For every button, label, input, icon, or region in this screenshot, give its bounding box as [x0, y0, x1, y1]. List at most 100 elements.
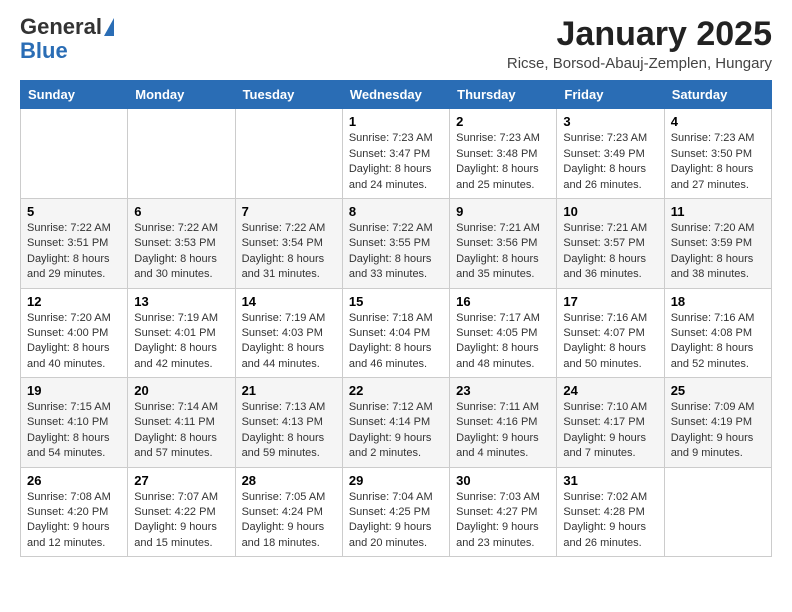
- day-number: 16: [456, 294, 550, 309]
- title-block: January 2025 Ricse, Borsod-Abauj-Zemplen…: [507, 16, 772, 72]
- day-number: 30: [456, 473, 550, 488]
- day-info: Sunrise: 7:10 AMSunset: 4:17 PMDaylight:…: [563, 400, 657, 462]
- day-info: Sunrise: 7:03 AMSunset: 4:27 PMDaylight:…: [456, 490, 550, 552]
- day-number: 29: [349, 473, 443, 488]
- header-day-wednesday: Wednesday: [342, 81, 449, 109]
- calendar-cell: 10Sunrise: 7:21 AMSunset: 3:57 PMDayligh…: [557, 198, 664, 288]
- day-number: 10: [563, 204, 657, 219]
- calendar-cell: 21Sunrise: 7:13 AMSunset: 4:13 PMDayligh…: [235, 378, 342, 468]
- day-number: 1: [349, 114, 443, 129]
- calendar-cell: 13Sunrise: 7:19 AMSunset: 4:01 PMDayligh…: [128, 288, 235, 378]
- day-info: Sunrise: 7:15 AMSunset: 4:10 PMDaylight:…: [27, 400, 121, 462]
- day-number: 23: [456, 383, 550, 398]
- day-number: 19: [27, 383, 121, 398]
- location-text: Ricse, Borsod-Abauj-Zemplen, Hungary: [507, 55, 772, 72]
- calendar-cell: 23Sunrise: 7:11 AMSunset: 4:16 PMDayligh…: [450, 378, 557, 468]
- day-number: 11: [671, 204, 765, 219]
- day-info: Sunrise: 7:23 AMSunset: 3:47 PMDaylight:…: [349, 131, 443, 193]
- day-number: 12: [27, 294, 121, 309]
- logo: General Blue: [20, 16, 114, 64]
- calendar-cell: 25 Sunrise: 7:09 AMSunset: 4:19 PMDayligh…: [664, 378, 771, 468]
- day-info: Sunrise: 7:23 AMSunset: 3:48 PMDaylight:…: [456, 131, 550, 193]
- calendar-week-row: 1 Sunrise: 7:23 AMSunset: 3:47 PMDaylight…: [21, 109, 772, 199]
- calendar-cell: [235, 109, 342, 199]
- logo-blue-text: Blue: [20, 38, 68, 64]
- day-number: 27: [134, 473, 228, 488]
- calendar-cell: 19 Sunrise: 7:15 AMSunset: 4:10 PMDayligh…: [21, 378, 128, 468]
- day-info: Sunrise: 7:22 AMSunset: 3:53 PMDaylight:…: [134, 221, 228, 283]
- header-day-thursday: Thursday: [450, 81, 557, 109]
- calendar-cell: 3 Sunrise: 7:23 AMSunset: 3:49 PMDaylight…: [557, 109, 664, 199]
- day-number: 15: [349, 294, 443, 309]
- day-number: 31: [563, 473, 657, 488]
- calendar-cell: 8Sunrise: 7:22 AMSunset: 3:55 PMDaylight…: [342, 198, 449, 288]
- calendar-cell: 30 Sunrise: 7:03 AMSunset: 4:27 PMDayligh…: [450, 467, 557, 557]
- calendar-cell: 11 Sunrise: 7:20 AMSunset: 3:59 PMDayligh…: [664, 198, 771, 288]
- day-number: 21: [242, 383, 336, 398]
- header-day-tuesday: Tuesday: [235, 81, 342, 109]
- day-number: 5: [27, 204, 121, 219]
- day-number: 8: [349, 204, 443, 219]
- day-number: 14: [242, 294, 336, 309]
- calendar-cell: 14 Sunrise: 7:19 AMSunset: 4:03 PMDayligh…: [235, 288, 342, 378]
- day-number: 9: [456, 204, 550, 219]
- day-number: 4: [671, 114, 765, 129]
- day-number: 25: [671, 383, 765, 398]
- calendar-cell: 15 Sunrise: 7:18 AMSunset: 4:04 PMDayligh…: [342, 288, 449, 378]
- day-info: Sunrise: 7:18 AMSunset: 4:04 PMDaylight:…: [349, 311, 443, 373]
- calendar-cell: 4 Sunrise: 7:23 AMSunset: 3:50 PMDaylight…: [664, 109, 771, 199]
- day-number: 20: [134, 383, 228, 398]
- calendar-cell: 24Sunrise: 7:10 AMSunset: 4:17 PMDayligh…: [557, 378, 664, 468]
- day-number: 17: [563, 294, 657, 309]
- calendar-cell: 17 Sunrise: 7:16 AMSunset: 4:07 PMDayligh…: [557, 288, 664, 378]
- day-info: Sunrise: 7:16 AMSunset: 4:08 PMDaylight:…: [671, 311, 765, 373]
- calendar-cell: 2 Sunrise: 7:23 AMSunset: 3:48 PMDaylight…: [450, 109, 557, 199]
- day-info: Sunrise: 7:14 AMSunset: 4:11 PMDaylight:…: [134, 400, 228, 462]
- calendar-cell: 31 Sunrise: 7:02 AMSunset: 4:28 PMDayligh…: [557, 467, 664, 557]
- calendar-cell: 9 Sunrise: 7:21 AMSunset: 3:56 PMDaylight…: [450, 198, 557, 288]
- calendar-header: SundayMondayTuesdayWednesdayThursdayFrid…: [21, 81, 772, 109]
- header-day-sunday: Sunday: [21, 81, 128, 109]
- day-number: 2: [456, 114, 550, 129]
- day-info: Sunrise: 7:12 AMSunset: 4:14 PMDaylight:…: [349, 400, 443, 462]
- calendar-cell: 18 Sunrise: 7:16 AMSunset: 4:08 PMDayligh…: [664, 288, 771, 378]
- calendar-cell: 6 Sunrise: 7:22 AMSunset: 3:53 PMDaylight…: [128, 198, 235, 288]
- day-number: 26: [27, 473, 121, 488]
- calendar-cell: [664, 467, 771, 557]
- day-info: Sunrise: 7:22 AMSunset: 3:54 PMDaylight:…: [242, 221, 336, 283]
- calendar-week-row: 5 Sunrise: 7:22 AMSunset: 3:51 PMDaylight…: [21, 198, 772, 288]
- day-number: 18: [671, 294, 765, 309]
- day-info: Sunrise: 7:22 AMSunset: 3:51 PMDaylight:…: [27, 221, 121, 283]
- calendar-cell: 12 Sunrise: 7:20 AMSunset: 4:00 PMDayligh…: [21, 288, 128, 378]
- day-number: 22: [349, 383, 443, 398]
- header-day-saturday: Saturday: [664, 81, 771, 109]
- calendar-cell: 20 Sunrise: 7:14 AMSunset: 4:11 PMDayligh…: [128, 378, 235, 468]
- day-info: Sunrise: 7:20 AMSunset: 4:00 PMDaylight:…: [27, 311, 121, 373]
- calendar-cell: [21, 109, 128, 199]
- day-info: Sunrise: 7:23 AMSunset: 3:49 PMDaylight:…: [563, 131, 657, 193]
- page-header: General Blue January 2025 Ricse, Borsod-…: [20, 16, 772, 72]
- day-info: Sunrise: 7:19 AMSunset: 4:03 PMDaylight:…: [242, 311, 336, 373]
- day-number: 28: [242, 473, 336, 488]
- day-info: Sunrise: 7:07 AMSunset: 4:22 PMDaylight:…: [134, 490, 228, 552]
- calendar-cell: 28 Sunrise: 7:05 AMSunset: 4:24 PMDayligh…: [235, 467, 342, 557]
- header-row: SundayMondayTuesdayWednesdayThursdayFrid…: [21, 81, 772, 109]
- day-info: Sunrise: 7:04 AMSunset: 4:25 PMDaylight:…: [349, 490, 443, 552]
- day-info: Sunrise: 7:02 AMSunset: 4:28 PMDaylight:…: [563, 490, 657, 552]
- day-number: 3: [563, 114, 657, 129]
- header-day-friday: Friday: [557, 81, 664, 109]
- day-info: Sunrise: 7:20 AMSunset: 3:59 PMDaylight:…: [671, 221, 765, 283]
- day-info: Sunrise: 7:05 AMSunset: 4:24 PMDaylight:…: [242, 490, 336, 552]
- calendar-cell: 27 Sunrise: 7:07 AMSunset: 4:22 PMDayligh…: [128, 467, 235, 557]
- calendar-cell: 29 Sunrise: 7:04 AMSunset: 4:25 PMDayligh…: [342, 467, 449, 557]
- day-info: Sunrise: 7:23 AMSunset: 3:50 PMDaylight:…: [671, 131, 765, 193]
- day-info: Sunrise: 7:16 AMSunset: 4:07 PMDaylight:…: [563, 311, 657, 373]
- calendar-table: SundayMondayTuesdayWednesdayThursdayFrid…: [20, 80, 772, 557]
- calendar-cell: 26 Sunrise: 7:08 AMSunset: 4:20 PMDayligh…: [21, 467, 128, 557]
- calendar-week-row: 12 Sunrise: 7:20 AMSunset: 4:00 PMDayligh…: [21, 288, 772, 378]
- day-info: Sunrise: 7:21 AMSunset: 3:56 PMDaylight:…: [456, 221, 550, 283]
- day-number: 6: [134, 204, 228, 219]
- calendar-week-row: 19 Sunrise: 7:15 AMSunset: 4:10 PMDayligh…: [21, 378, 772, 468]
- day-info: Sunrise: 7:09 AMSunset: 4:19 PMDaylight:…: [671, 400, 765, 462]
- day-info: Sunrise: 7:08 AMSunset: 4:20 PMDaylight:…: [27, 490, 121, 552]
